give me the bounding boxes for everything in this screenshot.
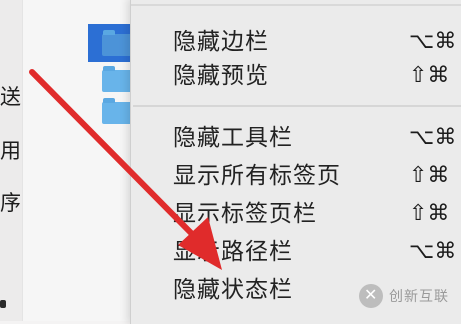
arrow-shaft [29, 69, 203, 245]
watermark: 创新互联 [359, 283, 461, 313]
red-arrow-icon [29, 69, 222, 270]
watermark-text: 创新互联 [389, 289, 449, 305]
brand-logo-icon [359, 284, 383, 308]
